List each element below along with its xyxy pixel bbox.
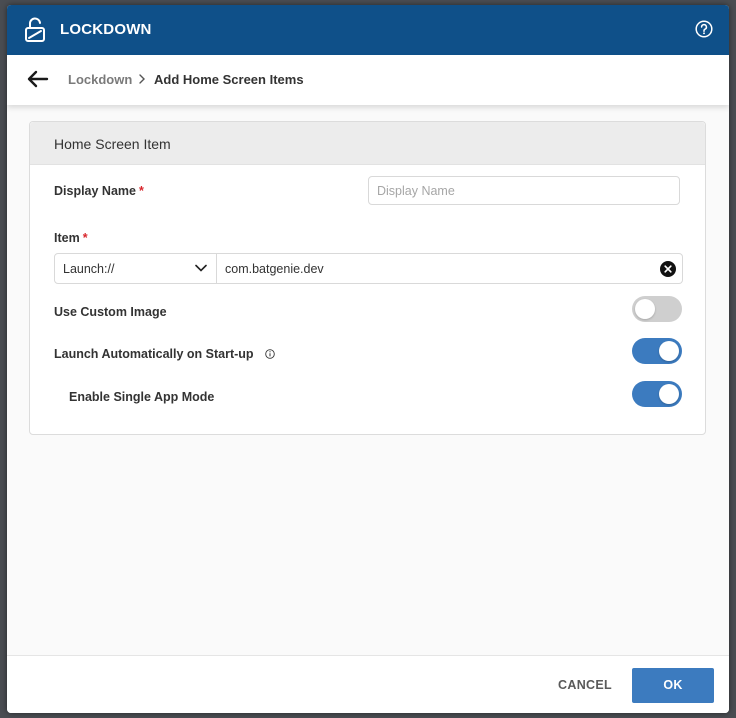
item-value-input[interactable]: com.batgenie.dev (217, 253, 683, 284)
display-name-input[interactable] (368, 176, 680, 205)
home-screen-item-card: Home Screen Item Display Name* Item* Lau… (29, 121, 706, 435)
clear-icon[interactable] (660, 261, 676, 277)
required-marker: * (138, 184, 144, 198)
toggle-knob (659, 341, 679, 361)
modal-title: LOCKDOWN (60, 21, 152, 38)
unlock-icon (25, 17, 45, 42)
single-app-mode-label: Enable Single App Mode (69, 390, 215, 404)
display-name-label: Display Name * (54, 184, 144, 198)
chevron-down-icon (195, 264, 207, 272)
display-name-label-text: Display Name (54, 184, 136, 198)
modal-content: Home Screen Item Display Name* Item* Lau… (7, 105, 729, 655)
toggle-knob (659, 384, 679, 404)
arrow-left-icon[interactable] (27, 70, 49, 88)
item-label: Item * (54, 231, 88, 245)
breadcrumb-lockdown-link[interactable]: Lockdown (68, 72, 132, 87)
modal-header: LOCKDOWN (7, 5, 729, 55)
single-app-mode-toggle[interactable] (632, 381, 682, 407)
info-icon[interactable] (265, 349, 275, 359)
use-custom-image-label: Use Custom Image (54, 305, 167, 319)
launch-automatically-label: Launch Automatically on Start-up (54, 347, 275, 361)
item-scheme-select[interactable]: Launch:// (54, 253, 217, 284)
launch-automatically-text: Launch Automatically on Start-up (54, 347, 254, 361)
breadcrumb-current: Add Home Screen Items (154, 72, 304, 87)
lockdown-modal: LOCKDOWN Lockdown Add Home Screen Items … (7, 5, 729, 713)
launch-automatically-toggle[interactable] (632, 338, 682, 364)
card-header: Home Screen Item (30, 122, 705, 165)
question-circle-icon[interactable] (695, 20, 713, 38)
breadcrumb: Lockdown Add Home Screen Items (7, 55, 729, 105)
card-title: Home Screen Item (54, 136, 171, 152)
ok-button[interactable]: OK (632, 668, 714, 703)
modal-footer: CANCEL OK (7, 655, 729, 713)
item-value-text: com.batgenie.dev (225, 262, 324, 276)
item-scheme-value: Launch:// (63, 262, 115, 276)
toggle-knob (635, 299, 655, 319)
chevron-right-icon (139, 74, 145, 84)
required-marker: * (82, 231, 88, 245)
use-custom-image-toggle[interactable] (632, 296, 682, 322)
cancel-button[interactable]: CANCEL (555, 670, 615, 700)
item-label-text: Item (54, 231, 80, 245)
